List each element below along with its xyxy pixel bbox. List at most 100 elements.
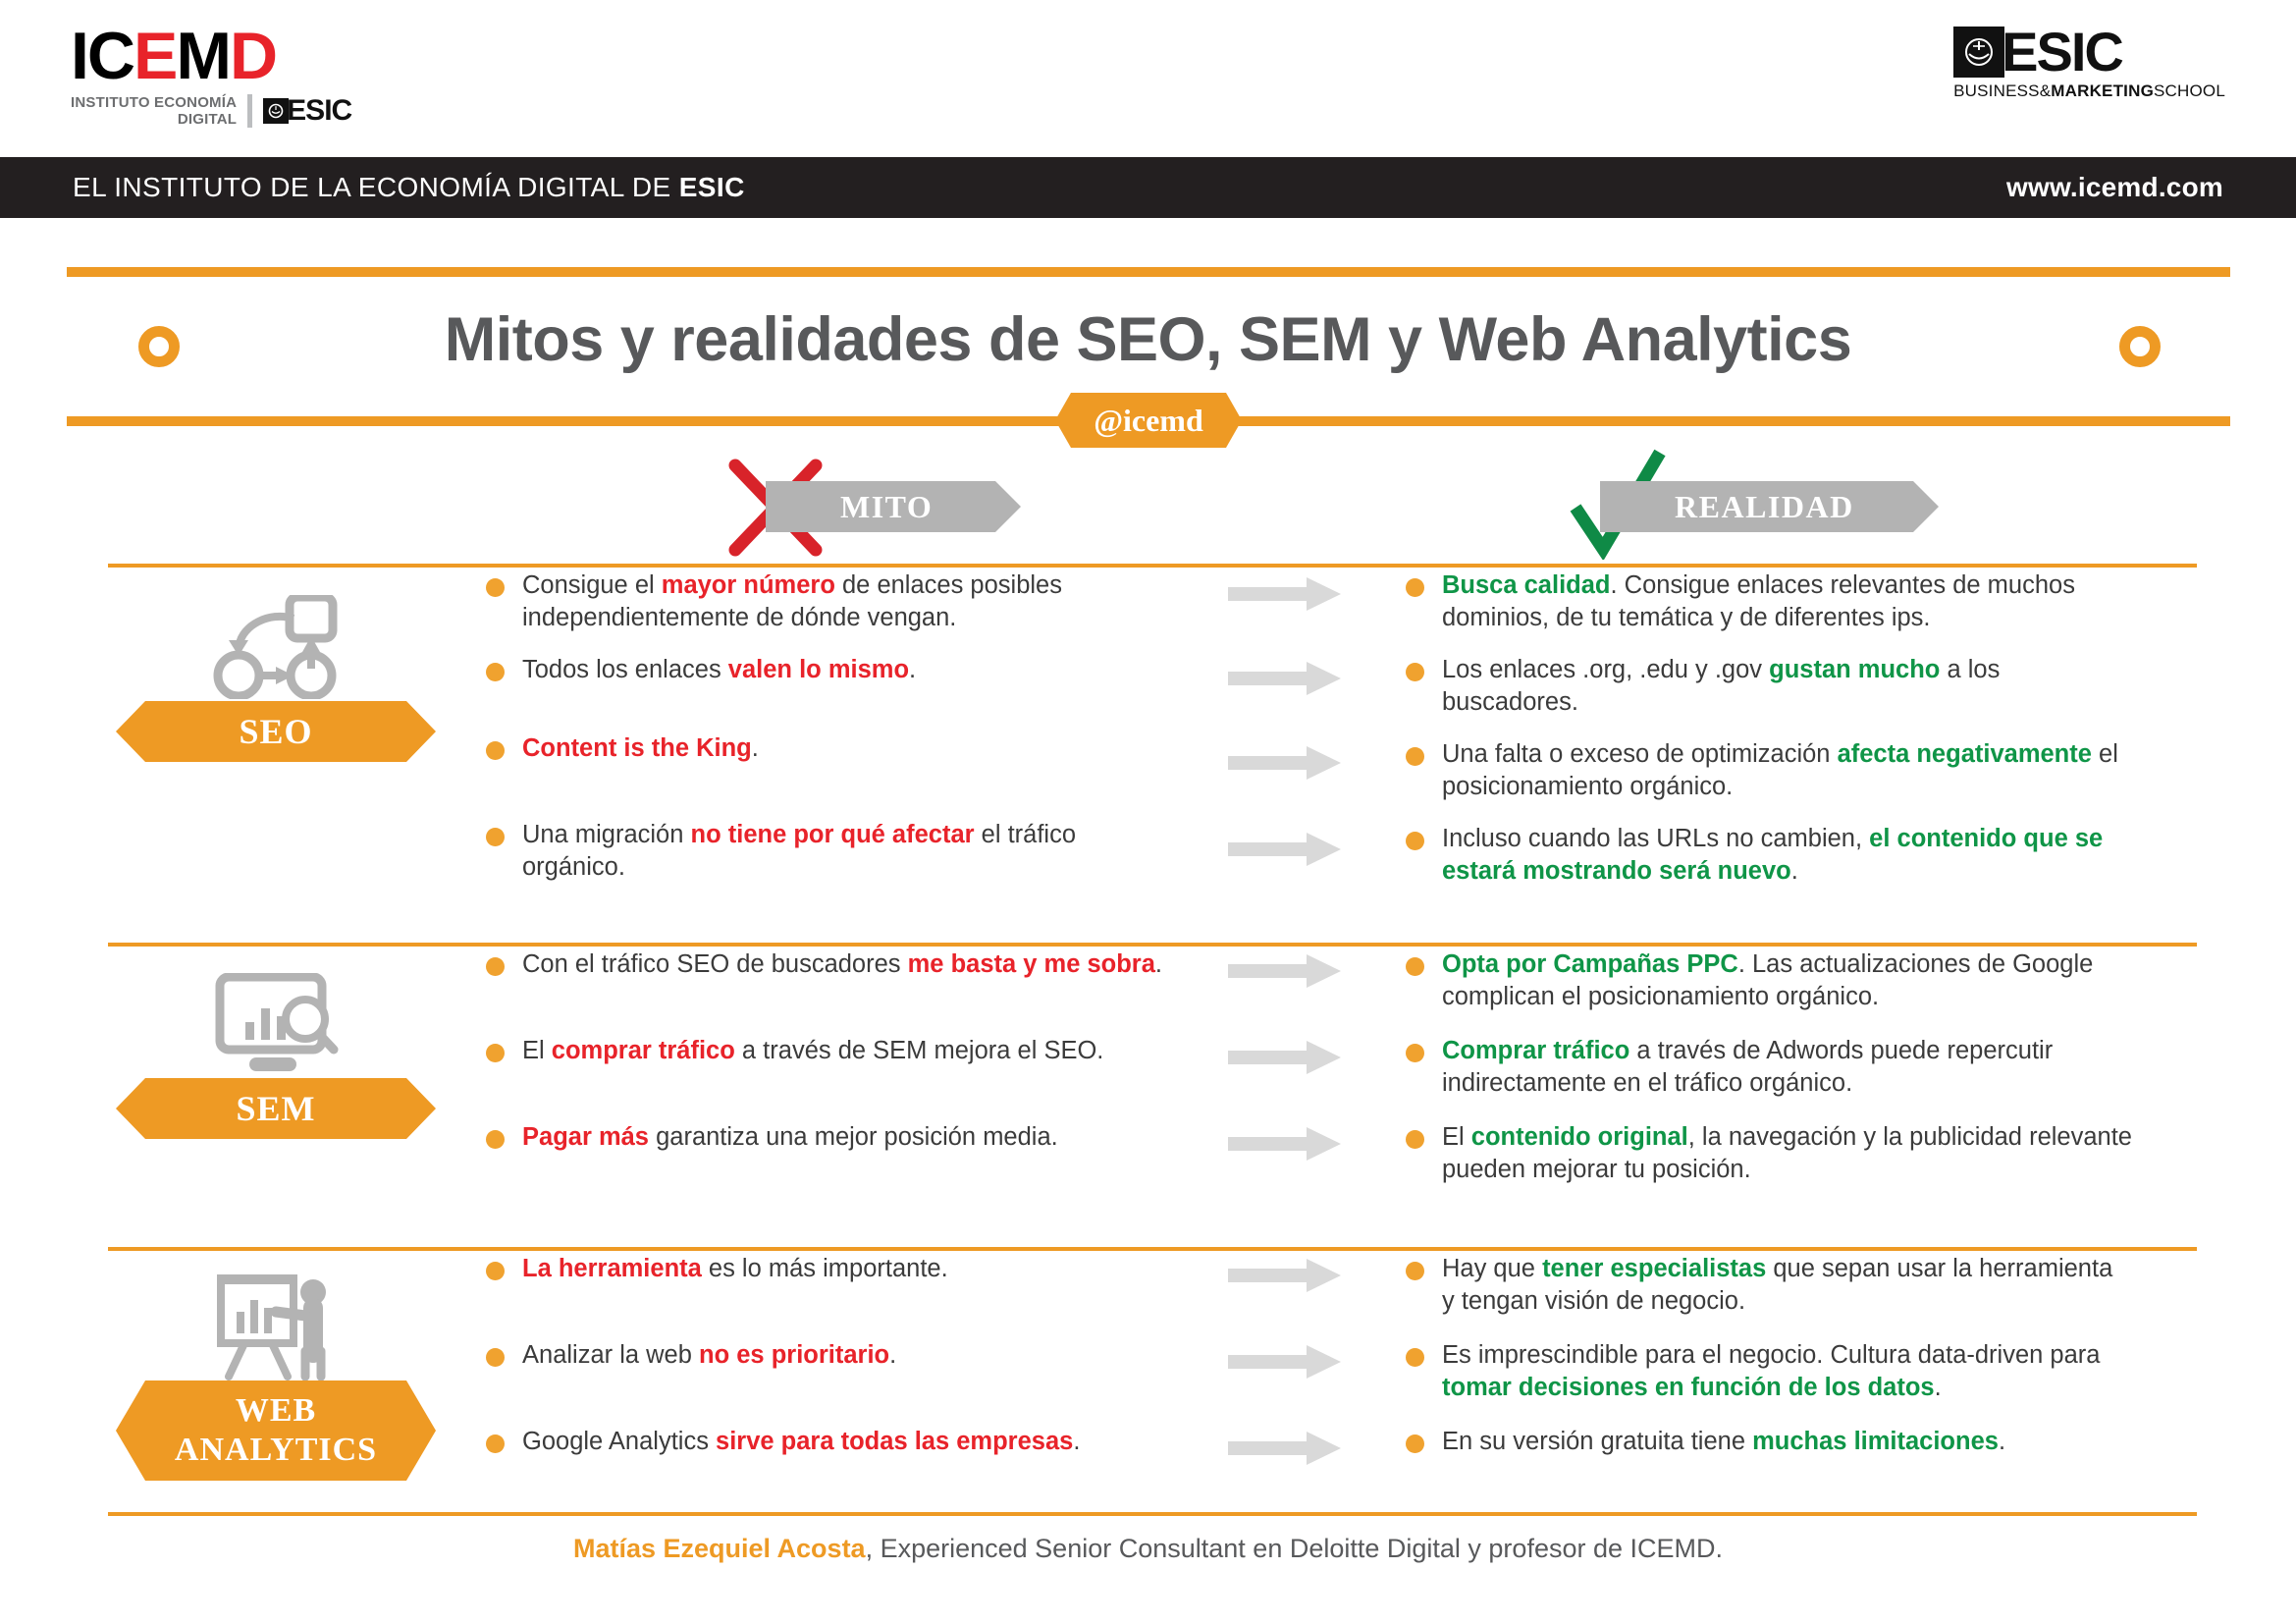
reality-text: Busca calidad. Consigue enlaces relevant… xyxy=(1442,571,2075,631)
reality-text: En su versión gratuita tiene muchas limi… xyxy=(1442,1428,2006,1455)
category-chip-seo[interactable]: SEO xyxy=(116,701,436,762)
esic-logo: ESIC BUSINESS&MARKETINGSCHOOL xyxy=(1953,21,2225,101)
reality-text: Incluso cuando las URLs no cambien, el c… xyxy=(1442,825,2104,885)
bullet-dot-icon xyxy=(1406,957,1424,976)
title-rule-top xyxy=(67,267,2230,277)
bullet-dot-icon xyxy=(486,1130,505,1149)
myth-text: Consigue el mayor número de enlaces posi… xyxy=(522,571,1062,631)
arrow-right-icon xyxy=(1228,833,1341,866)
myth-text: Google Analytics sirve para todas las em… xyxy=(522,1428,1081,1455)
arrow-right-icon xyxy=(1228,1259,1341,1292)
reality-text: Opta por Campañas PPC. Las actualizacion… xyxy=(1442,950,2094,1010)
icemd-esic-lockup: ESIC xyxy=(263,94,352,127)
myth-text: Con el tráfico SEO de buscadores me bast… xyxy=(522,950,1163,978)
bullet-dot-icon xyxy=(1406,1044,1424,1062)
bullet-dot-icon xyxy=(1406,1435,1424,1453)
list-item: El contenido original, la navegación y l… xyxy=(1406,1121,2132,1186)
bullet-dot-icon xyxy=(486,741,505,760)
reality-text: Hay que tener especialistas que sepan us… xyxy=(1442,1255,2113,1315)
category-chip-line1: WEB xyxy=(235,1392,317,1429)
list-item: Incluso cuando las URLs no cambien, el c… xyxy=(1406,823,2132,888)
myth-text: Pagar más garantiza una mejor posición m… xyxy=(522,1123,1058,1151)
category-chip-sem[interactable]: SEM xyxy=(116,1078,436,1139)
icemd-tagline-line1: INSTITUTO ECONOMÍA xyxy=(71,94,238,111)
esic-tagline-part2: MARKETING xyxy=(2051,81,2154,100)
arrow-right-icon xyxy=(1228,1345,1341,1379)
icemd-tagline-line2: DIGITAL xyxy=(177,111,238,128)
category-chip-line2: ANALYTICS xyxy=(174,1432,378,1468)
esic-crest-icon xyxy=(1953,27,2005,78)
icemd-letter-m: M xyxy=(176,19,232,93)
list-item: Los enlaces .org, .edu y .gov gustan muc… xyxy=(1406,654,2132,719)
footer-author: Matías Ezequiel Acosta xyxy=(572,1534,866,1563)
logo-divider xyxy=(247,94,253,128)
page-title: Mitos y realidades de SEO, SEM y Web Ana… xyxy=(444,305,1852,374)
myth-text: El comprar tráfico a través de SEM mejor… xyxy=(522,1037,1104,1064)
myth-text: Analizar la web no es prioritario. xyxy=(522,1341,897,1369)
list-item: Analizar la web no es prioritario. xyxy=(486,1339,896,1372)
arrow-right-icon xyxy=(1228,577,1341,611)
section-sem: SEM Con el tráfico SEO de buscadores me … xyxy=(0,948,2296,1247)
presenter-flipchart-icon xyxy=(116,1272,436,1380)
bullet-dot-icon xyxy=(486,1262,505,1280)
handle-badge[interactable]: @icemd xyxy=(1055,393,1242,448)
esic-wordmark: ESIC xyxy=(2002,21,2124,82)
list-item: Todos los enlaces valen lo mismo. xyxy=(486,654,916,686)
esic-tagline: BUSINESS&MARKETINGSCHOOL xyxy=(1953,81,2225,101)
infographic-page: ICEMD INSTITUTO ECONOMÍA DIGITAL ESIC ES… xyxy=(0,0,2296,1624)
list-item: La herramienta es lo más importante. xyxy=(486,1253,948,1285)
esic-tagline-part3: SCHOOL xyxy=(2154,81,2225,100)
icemd-wordmark: ICEMD xyxy=(71,22,351,90)
myth-text: Una migración no tiene por qué afectar e… xyxy=(522,821,1077,881)
icemd-letters-ic: IC xyxy=(71,19,135,93)
icemd-letter-e: E xyxy=(133,19,178,93)
icemd-esic-name: ESIC xyxy=(287,94,352,127)
institute-statement: EL INSTITUTO DE LA ECONOMÍA DIGITAL DE E… xyxy=(73,172,745,203)
bullet-dot-icon xyxy=(486,1435,505,1453)
website-url[interactable]: www.icemd.com xyxy=(2006,172,2223,203)
bullet-dot-icon xyxy=(486,1044,505,1062)
arrow-right-icon xyxy=(1228,746,1341,780)
section-web-analytics: WEB ANALYTICS La herramienta es lo más i… xyxy=(0,1253,2296,1512)
icemd-letter-d: D xyxy=(230,19,278,93)
reality-text: Comprar tráfico a través de Adwords pued… xyxy=(1442,1037,2054,1097)
section-seo: SEO Consigue el mayor número de enlaces … xyxy=(0,569,2296,943)
list-item: Opta por Campañas PPC. Las actualizacion… xyxy=(1406,948,2132,1013)
footer-role: , Experienced Senior Consultant en Deloi… xyxy=(865,1534,1724,1563)
institute-statement-text: EL INSTITUTO DE LA ECONOMÍA DIGITAL DE xyxy=(73,172,679,202)
myth-text: Content is the King. xyxy=(522,734,759,762)
list-item: Pagar más garantiza una mejor posición m… xyxy=(486,1121,1058,1154)
myth-text: Todos los enlaces valen lo mismo. xyxy=(522,656,917,683)
bullet-dot-icon xyxy=(486,828,505,846)
list-item: Una falta o exceso de optimización afect… xyxy=(1406,738,2132,803)
column-header-myth: MITO xyxy=(766,481,1021,532)
myth-text: La herramienta es lo más importante. xyxy=(522,1255,948,1282)
list-item: Hay que tener especialistas que sepan us… xyxy=(1406,1253,2132,1318)
category-seo: SEO xyxy=(116,593,436,762)
column-header-reality: REALIDAD xyxy=(1600,481,1939,532)
reality-text: Una falta o exceso de optimización afect… xyxy=(1442,740,2118,800)
list-item: Content is the King. xyxy=(486,732,759,765)
list-item: El comprar tráfico a través de SEM mejor… xyxy=(486,1035,1103,1067)
reality-text: El contenido original, la navegación y l… xyxy=(1442,1123,2132,1183)
section-divider-1 xyxy=(108,564,2197,568)
bullet-dot-icon xyxy=(486,1348,505,1367)
list-item: En su versión gratuita tiene muchas limi… xyxy=(1406,1426,2005,1458)
bullet-dot-icon xyxy=(1406,578,1424,597)
black-band: EL INSTITUTO DE LA ECONOMÍA DIGITAL DE E… xyxy=(0,157,2296,218)
esic-tagline-part1: BUSINESS& xyxy=(1953,81,2052,100)
list-item: Es imprescindible para el negocio. Cultu… xyxy=(1406,1339,2132,1404)
icemd-tagline: INSTITUTO ECONOMÍA DIGITAL xyxy=(71,94,237,128)
category-chip-web-analytics[interactable]: WEB ANALYTICS xyxy=(116,1380,436,1481)
bullet-dot-icon xyxy=(1406,1262,1424,1280)
bullet-dot-icon xyxy=(486,663,505,681)
handle-badge-wrap: @icemd xyxy=(1055,393,1242,448)
arrow-right-icon xyxy=(1228,954,1341,988)
list-item: Busca calidad. Consigue enlaces relevant… xyxy=(1406,569,2132,634)
arrow-right-icon xyxy=(1228,1432,1341,1465)
monitor-chart-search-icon xyxy=(116,970,436,1078)
icemd-logo: ICEMD INSTITUTO ECONOMÍA DIGITAL ESIC xyxy=(71,22,352,128)
list-item: Google Analytics sirve para todas las em… xyxy=(486,1426,1080,1458)
arrow-right-icon xyxy=(1228,662,1341,695)
section-divider-4 xyxy=(108,1512,2197,1516)
